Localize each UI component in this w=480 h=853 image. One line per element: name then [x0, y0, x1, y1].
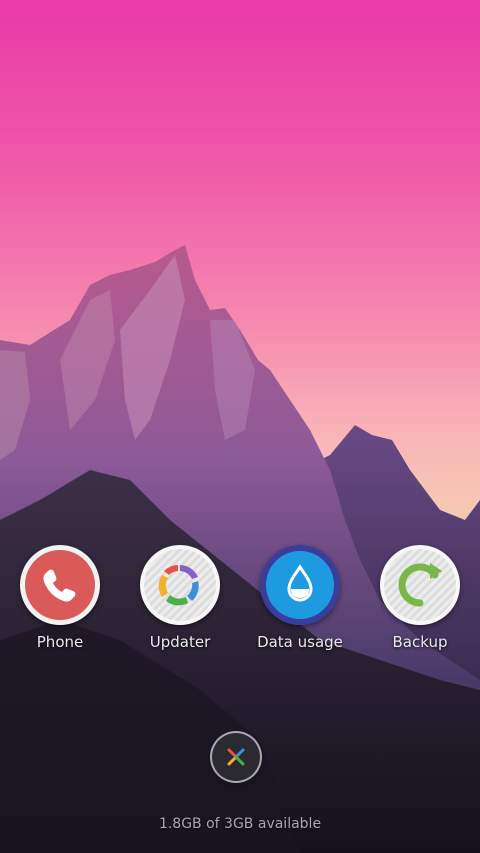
app-drawer-button[interactable] — [212, 733, 260, 781]
home-screen: Phone Updater Data usage Backup 1.8GB of… — [0, 0, 480, 853]
memory-status-text: 1.8GB of 3GB available — [158, 816, 322, 832]
app-backup[interactable]: Backup — [360, 545, 480, 651]
app-label: Data usage — [257, 633, 343, 651]
app-drawer-icon — [227, 748, 245, 766]
app-phone[interactable]: Phone — [0, 545, 120, 651]
app-label: Updater — [149, 633, 211, 651]
phone-icon[interactable] — [20, 545, 100, 625]
app-data-usage[interactable]: Data usage — [240, 545, 360, 651]
water-drop-icon[interactable] — [260, 545, 340, 625]
dock: Phone Updater Data usage Backup — [0, 545, 480, 665]
updater-icon[interactable] — [140, 545, 220, 625]
app-label: Phone — [36, 633, 84, 651]
app-updater[interactable]: Updater — [120, 545, 240, 651]
wallpaper — [0, 245, 480, 853]
app-label: Backup — [392, 633, 448, 651]
refresh-arrow-icon[interactable] — [380, 545, 460, 625]
